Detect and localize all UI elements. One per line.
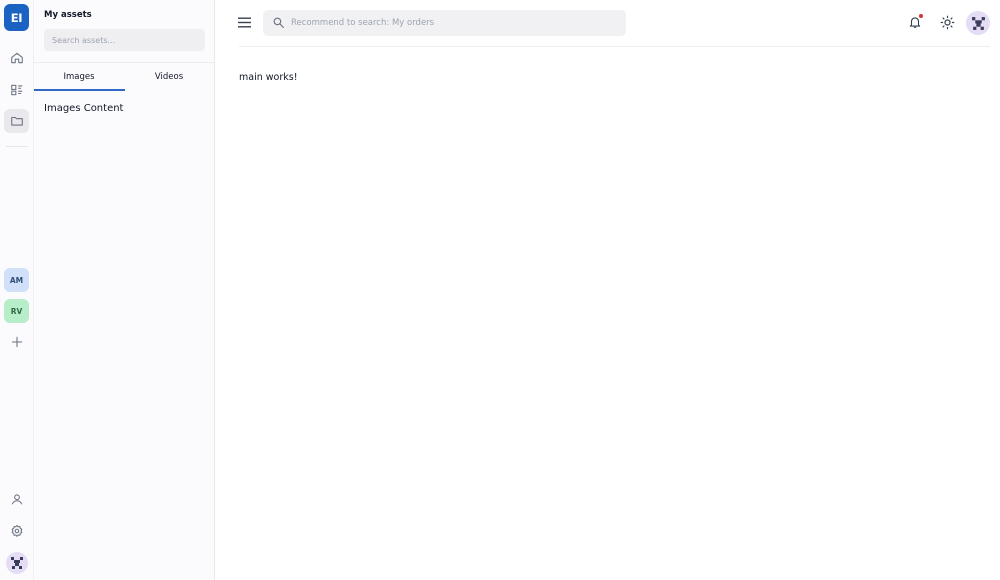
global-search [263,10,626,36]
workspace-rv[interactable]: RV [4,299,29,323]
add-workspace-button[interactable] [4,330,29,354]
boards-button[interactable] [4,78,29,102]
settings-icon [11,524,22,537]
home-icon [10,52,23,64]
tab-videos[interactable]: Videos [124,63,214,91]
images-content: Images Content [44,103,124,114]
assets-panel: My assets Images Videos Images Content [34,0,215,580]
home-button[interactable] [4,46,29,70]
boards-icon [10,84,22,96]
search-icon [273,17,284,28]
folder-icon [10,116,23,126]
app-shell: EI AM RV My assets Search assets... Imag… [0,0,1000,580]
active-tab-indicator [34,89,125,91]
rail-divider [6,146,28,147]
avatar-icon [11,557,23,569]
workspace-am[interactable]: AM [4,268,29,292]
assets-search-input[interactable] [44,29,205,51]
global-search-input[interactable] [291,10,621,36]
icon-rail: EI AM RV [0,0,34,580]
theme-toggle-button[interactable] [938,13,956,31]
sun-icon [940,15,954,29]
user-avatar[interactable] [6,552,28,574]
assets-button[interactable] [4,109,29,133]
header-divider [239,46,990,47]
notifications-button[interactable] [906,13,924,31]
header-avatar[interactable] [966,11,990,35]
notification-dot [919,14,923,18]
profile-button[interactable] [4,487,29,511]
user-icon [11,494,22,505]
menu-button[interactable] [236,14,252,30]
avatar-icon [971,16,985,30]
main-content-text: main works! [239,72,298,83]
settings-button[interactable] [4,519,29,543]
assets-title: My assets [44,10,92,20]
menu-icon [237,17,251,27]
plus-icon [11,336,22,348]
tab-images[interactable]: Images [34,63,124,91]
brand-logo[interactable]: EI [4,4,29,31]
